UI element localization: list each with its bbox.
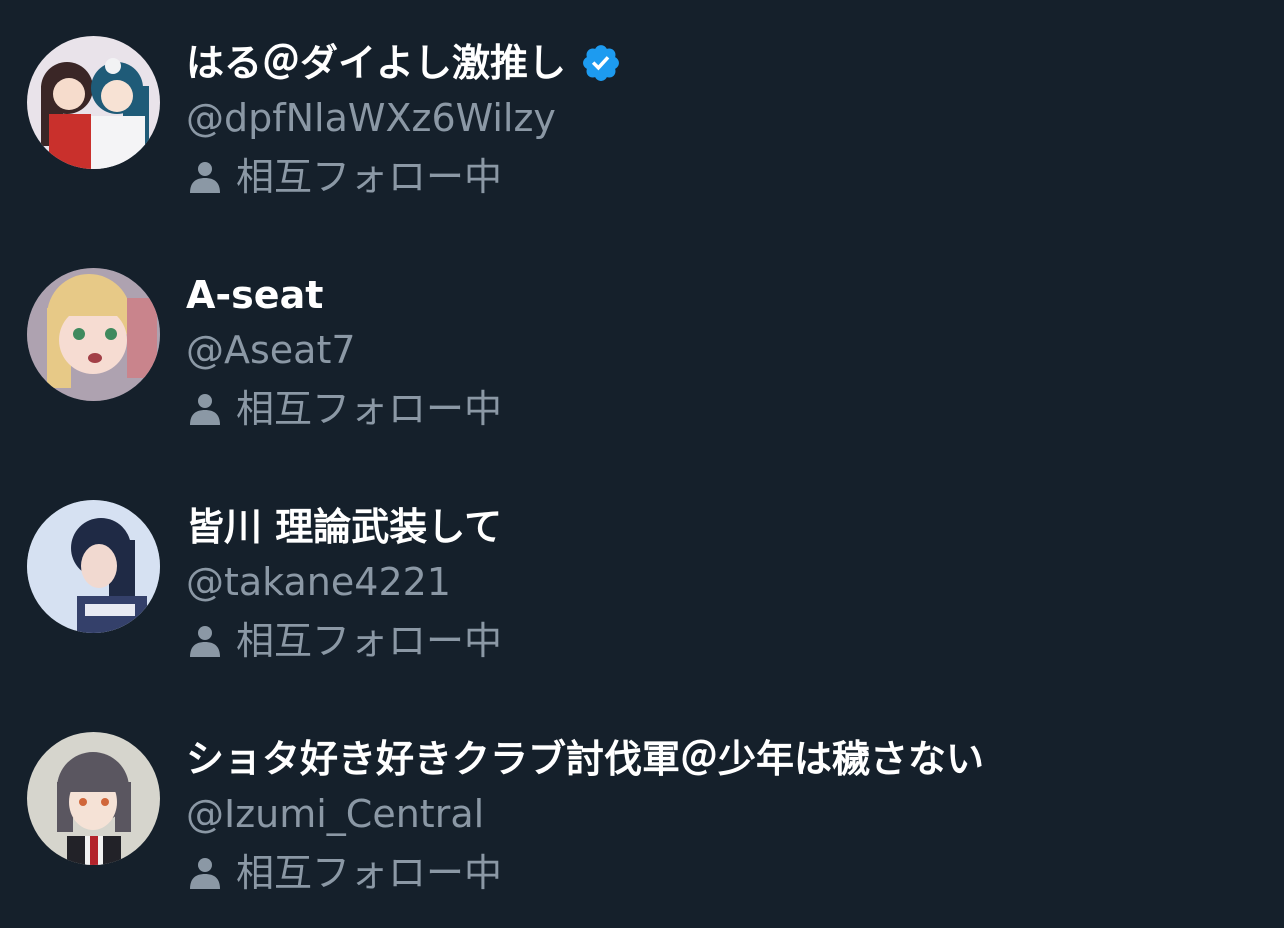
user-handle: @takane4221 [186,560,451,604]
user-row[interactable]: はる＠ダイよし激推し @dpfNlaWXz6Wilzy 相互フォロー中 [0,0,1284,232]
user-row[interactable]: A-seat @Aseat7 相互フォロー中 [0,232,1284,464]
display-name[interactable]: A-seat [186,270,323,320]
display-name[interactable]: 皆川 理論武装して [186,502,502,552]
verified-badge-icon [580,42,622,84]
user-row[interactable]: ショタ好き好きクラブ討伐軍＠少年は穢さない @Izumi_Central 相互フ… [0,696,1284,928]
display-name-text: ショタ好き好きクラブ討伐軍＠少年は穢さない [186,737,985,781]
display-name-text: 皆川 理論武装して [186,505,503,549]
avatar[interactable] [27,36,160,169]
follow-status-label: 相互フォロー中 [236,155,503,199]
follow-status: 相互フォロー中 [186,384,502,434]
follow-status: 相互フォロー中 [186,848,502,898]
user-list: はる＠ダイよし激推し @dpfNlaWXz6Wilzy 相互フォロー中 A-se… [0,0,1284,927]
follow-status: 相互フォロー中 [186,152,502,202]
follow-status-label: 相互フォロー中 [236,387,503,431]
display-name[interactable]: はる＠ダイよし激推し [186,38,622,88]
user-row[interactable]: 皆川 理論武装して @takane4221 相互フォロー中 [0,464,1284,696]
user-handle: @Izumi_Central [186,792,485,836]
avatar[interactable] [27,500,160,633]
display-name[interactable]: ショタ好き好きクラブ討伐軍＠少年は穢さない [186,734,984,784]
avatar[interactable] [27,732,160,865]
user-handle: @dpfNlaWXz6Wilzy [186,96,556,140]
person-icon [186,854,224,892]
follow-status-label: 相互フォロー中 [236,851,503,895]
user-handle: @Aseat7 [186,328,356,372]
display-name-text: はる＠ダイよし激推し [186,41,567,85]
person-icon [186,622,224,660]
follow-status: 相互フォロー中 [186,616,502,666]
person-icon [186,158,224,196]
avatar[interactable] [27,268,160,401]
follow-status-label: 相互フォロー中 [236,619,503,663]
person-icon [186,390,224,428]
display-name-text: A-seat [186,273,324,317]
